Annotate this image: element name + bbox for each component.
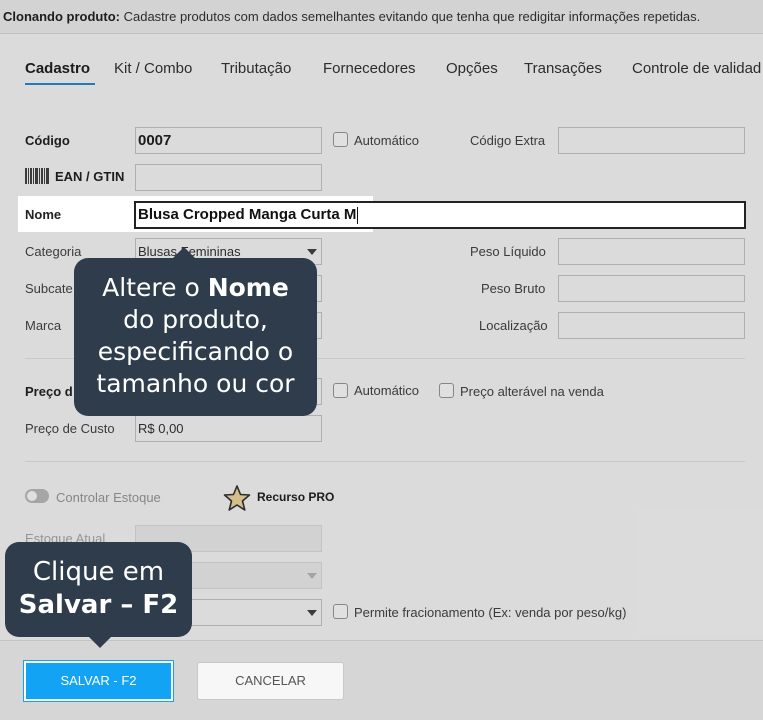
tooltip-nome-line4: tamanho ou cor [96,369,295,398]
tooltip-nome-line3: especificando o [97,337,294,366]
tooltip-salvar-line2: Salvar – F2 [18,590,179,620]
nome-label: Nome [25,207,62,222]
tooltip-nome-line2: do produto, [123,305,268,334]
tooltip-nome: Altere o Nome do produto, especificando … [74,258,317,416]
tooltip-salvar-pointer [88,636,112,648]
save-button[interactable]: SALVAR - F2 [23,660,174,702]
text-caret [357,206,359,224]
tooltip-nome-line1: Altere o Nome [102,273,289,302]
nome-value: Blusa Cropped Manga Curta M [138,206,357,223]
cancel-button[interactable]: CANCELAR [197,662,344,700]
tooltip-salvar-line1: Clique em [32,557,165,587]
nome-input[interactable]: Blusa Cropped Manga Curta M [134,201,746,229]
tooltip-salvar: Clique em Salvar – F2 [5,542,192,637]
